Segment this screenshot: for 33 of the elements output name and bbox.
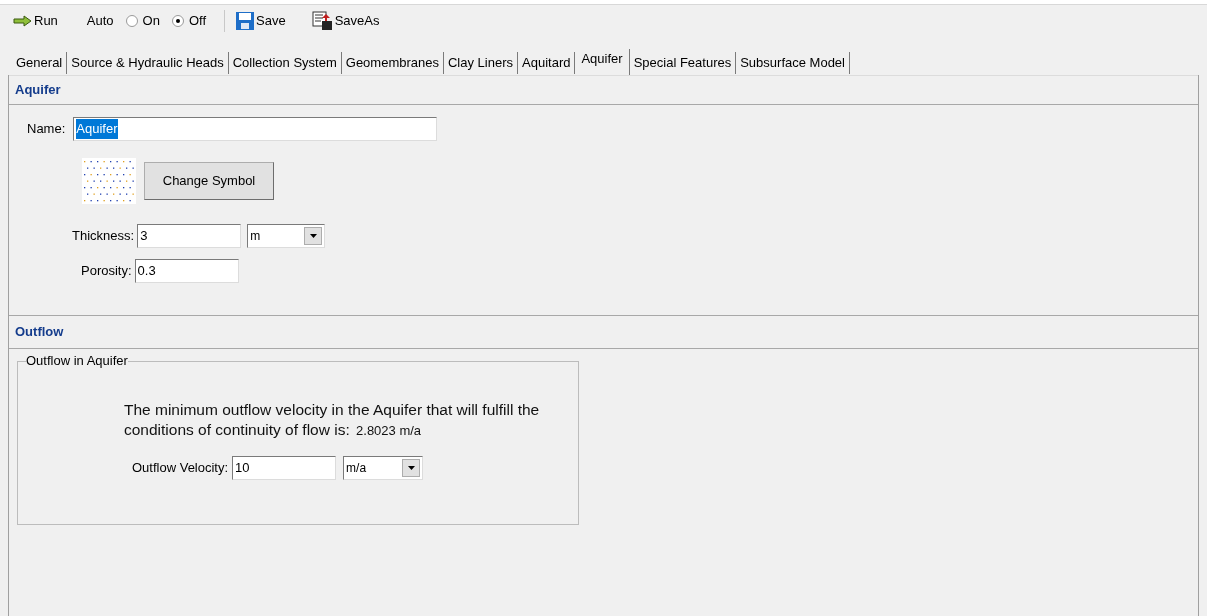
minimum-velocity-message: The minimum outflow velocity in the Aquifer that will fulfill the conditions of continuity of flow is: 2.8023 m/a <box>124 400 541 440</box>
thickness-label: Thickness: <box>72 227 135 246</box>
tab[interactable]: Geomembranes <box>341 52 444 74</box>
outflow-velocity-field[interactable]: 10 <box>232 456 337 480</box>
save-as-icon <box>311 11 334 31</box>
unit-dropdown[interactable]: m <box>247 224 326 248</box>
outflow-velocity-label: Outflow Velocity: <box>132 459 229 478</box>
run-button[interactable]: Run <box>12 11 59 31</box>
radio-option[interactable]: On <box>125 11 160 31</box>
save-as-button[interactable]: SaveAs <box>311 11 380 31</box>
thickness-field[interactable]: 3 <box>137 224 242 248</box>
tab[interactable]: Clay Liners <box>444 52 518 74</box>
radio-option[interactable]: Off <box>171 11 207 31</box>
tab[interactable]: General <box>12 52 68 74</box>
name-label: Name: <box>27 120 66 139</box>
dropdown-arrow-icon <box>309 234 317 238</box>
change-symbol-button[interactable]: Change Symbol <box>144 162 274 200</box>
symbol-pattern-icon <box>82 158 136 204</box>
porosity-label: Porosity: <box>81 262 132 281</box>
dropdown-arrow-icon <box>407 466 415 470</box>
tab[interactable]: Collection System <box>228 52 342 74</box>
tab[interactable]: Subsurface Model <box>736 52 850 74</box>
tab[interactable]: Source & Hydraulic Heads <box>67 52 229 74</box>
unit-dropdown[interactable]: m/a <box>343 456 424 480</box>
tab[interactable]: Special Features <box>629 52 737 74</box>
save-button[interactable]: Save <box>235 11 286 31</box>
group-title: Outflow in Aquifer <box>26 353 128 369</box>
right-arrow-icon <box>13 15 33 27</box>
section-header: Aquifer <box>15 81 61 100</box>
section-header: Outflow <box>15 323 64 342</box>
name-field[interactable]: Aquifer <box>73 117 438 141</box>
auto-label: Auto <box>86 12 114 31</box>
porosity-field[interactable]: 0.3 <box>134 259 239 283</box>
